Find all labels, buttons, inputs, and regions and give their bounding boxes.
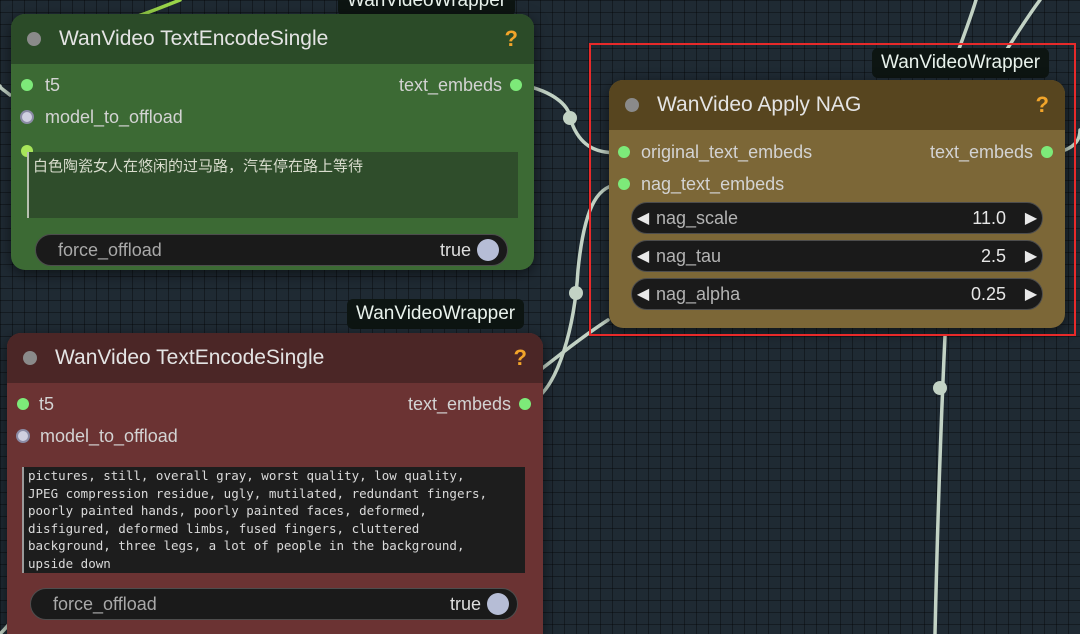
input-label-model-to-offload: model_to_offload bbox=[40, 425, 178, 446]
input-slot-model-to-offload[interactable] bbox=[20, 110, 34, 124]
help-icon[interactable]: ? bbox=[505, 26, 518, 52]
node-title: WanVideo TextEncodeSingle bbox=[55, 346, 325, 369]
prompt-textarea[interactable]: pictures, still, overall gray, worst qua… bbox=[22, 467, 525, 573]
group-badge-middle: WanVideoWrapper bbox=[347, 299, 525, 329]
output-slot-text-embeds[interactable] bbox=[519, 398, 531, 410]
collapse-toggle-icon[interactable] bbox=[27, 32, 41, 46]
input-label-t5: t5 bbox=[45, 74, 61, 95]
collapse-toggle-icon[interactable] bbox=[23, 351, 37, 365]
slot-row-t5: t5 text_embeds bbox=[11, 70, 534, 100]
prompt-textarea[interactable]: 白色陶瓷女人在悠闲的过马路，汽车停在路上等待 bbox=[27, 152, 518, 218]
node-title: WanVideo TextEncodeSingle bbox=[59, 27, 329, 50]
input-slot-t5[interactable] bbox=[21, 79, 33, 91]
force-offload-toggle[interactable]: force_offload true bbox=[30, 588, 518, 620]
output-label: text_embeds bbox=[398, 74, 502, 95]
force-offload-toggle[interactable]: force_offload true bbox=[35, 234, 508, 266]
node-text-encode-negative[interactable]: WanVideo TextEncodeSingle ? t5 text_embe… bbox=[7, 333, 543, 634]
output-slot-text-embeds[interactable] bbox=[510, 79, 522, 91]
toggle-label: force_offload bbox=[53, 593, 157, 614]
toggle-knob-icon[interactable] bbox=[477, 239, 499, 261]
slot-row-model-to-offload: model_to_offload bbox=[11, 102, 534, 132]
input-label-t5: t5 bbox=[39, 393, 55, 414]
node-selection-outline bbox=[589, 43, 1076, 336]
slot-row-model-to-offload: model_to_offload bbox=[7, 421, 543, 451]
output-text-embeds: text_embeds bbox=[399, 75, 522, 96]
toggle-knob-icon[interactable] bbox=[487, 593, 509, 615]
input-label-model-to-offload: model_to_offload bbox=[45, 106, 183, 127]
input-slot-t5[interactable] bbox=[17, 398, 29, 410]
input-slot-model-to-offload[interactable] bbox=[16, 429, 30, 443]
output-text-embeds: text_embeds bbox=[408, 394, 531, 415]
node-header[interactable]: WanVideo TextEncodeSingle ? bbox=[7, 333, 543, 383]
toggle-value: true bbox=[449, 593, 481, 614]
node-text-encode-positive[interactable]: WanVideo TextEncodeSingle ? t5 text_embe… bbox=[11, 14, 534, 270]
node-header[interactable]: WanVideo TextEncodeSingle ? bbox=[11, 14, 534, 64]
slot-row-t5: t5 text_embeds bbox=[7, 389, 543, 419]
output-label: text_embeds bbox=[407, 393, 511, 414]
help-icon[interactable]: ? bbox=[514, 345, 527, 371]
toggle-value: true bbox=[439, 239, 471, 260]
toggle-label: force_offload bbox=[58, 239, 162, 260]
